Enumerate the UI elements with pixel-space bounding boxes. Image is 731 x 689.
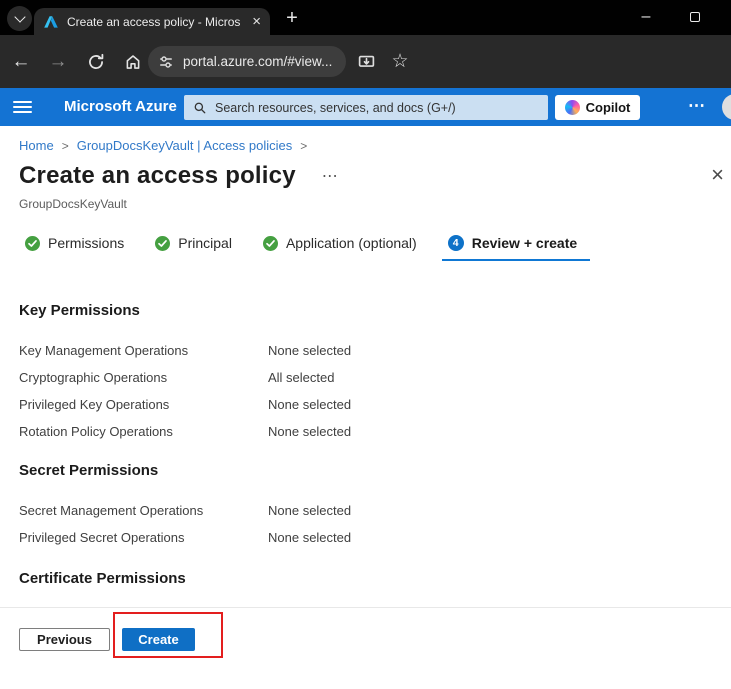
maximize-icon xyxy=(690,12,700,22)
wizard-tabs: Permissions Principal Application (optio… xyxy=(19,233,590,261)
azure-search-input[interactable]: Search resources, services, and docs (G+… xyxy=(184,95,548,120)
row-label: Privileged Secret Operations xyxy=(19,530,268,545)
window-minimize-button[interactable]: – xyxy=(633,6,659,28)
page-title: Create an access policy xyxy=(19,162,296,190)
avatar[interactable] xyxy=(722,94,731,120)
url-text[interactable]: portal.azure.com/#view... xyxy=(183,54,332,69)
azure-header: Microsoft Azure Search resources, servic… xyxy=(0,88,731,126)
refresh-button[interactable] xyxy=(82,51,110,73)
row-label: Cryptographic Operations xyxy=(19,370,268,385)
tab-label: Application (optional) xyxy=(286,235,417,251)
row-value: None selected xyxy=(268,424,351,439)
previous-button[interactable]: Previous xyxy=(19,628,110,651)
browser-active-tab[interactable]: Create an access policy - Micros × xyxy=(34,8,270,35)
chevron-down-icon xyxy=(14,11,25,22)
completed-check-icon xyxy=(155,236,170,251)
site-info-icon[interactable] xyxy=(158,54,174,70)
new-tab-button[interactable]: + xyxy=(280,7,304,31)
breadcrumb-chevron-icon: > xyxy=(62,139,69,153)
row-value: None selected xyxy=(268,530,351,545)
copilot-icon xyxy=(565,100,580,115)
completed-check-icon xyxy=(25,236,40,251)
tab-close-icon[interactable]: × xyxy=(252,14,261,29)
table-row: Rotation Policy Operations None selected xyxy=(19,418,351,445)
breadcrumb: Home > GroupDocsKeyVault | Access polici… xyxy=(19,138,307,153)
home-icon xyxy=(124,53,142,71)
row-label: Rotation Policy Operations xyxy=(19,424,268,439)
completed-check-icon xyxy=(263,236,278,251)
row-value: None selected xyxy=(268,503,351,518)
tab-review-create[interactable]: 4 Review + create xyxy=(442,233,590,261)
forward-button[interactable]: → xyxy=(43,48,73,76)
tab-permissions[interactable]: Permissions xyxy=(19,233,137,261)
step-number-badge: 4 xyxy=(448,235,464,251)
search-placeholder: Search resources, services, and docs (G+… xyxy=(215,101,456,115)
row-value: All selected xyxy=(268,370,334,385)
tab-label: Review + create xyxy=(472,235,577,251)
title-more-icon[interactable]: ⋯ xyxy=(322,166,338,190)
window-maximize-button[interactable] xyxy=(682,6,708,28)
title-row: Create an access policy ⋯ xyxy=(19,162,338,190)
page-subtitle: GroupDocsKeyVault xyxy=(19,197,127,211)
tab-principal[interactable]: Principal xyxy=(149,233,245,261)
footer-divider xyxy=(0,607,731,608)
row-label: Privileged Key Operations xyxy=(19,397,268,412)
install-app-icon xyxy=(357,53,376,72)
row-label: Key Management Operations xyxy=(19,343,268,358)
table-row: Privileged Key Operations None selected xyxy=(19,391,351,418)
breadcrumb-home-link[interactable]: Home xyxy=(19,138,54,153)
table-row: Cryptographic Operations All selected xyxy=(19,364,351,391)
header-more-icon[interactable]: ⋯ xyxy=(688,96,706,116)
page-content: Home > GroupDocsKeyVault | Access polici… xyxy=(0,126,731,689)
browser-window: Create an access policy - Micros × + – ←… xyxy=(0,0,731,689)
breadcrumb-keyvault-link[interactable]: GroupDocsKeyVault | Access policies xyxy=(77,138,293,153)
section-heading-secret-permissions: Secret Permissions xyxy=(19,462,158,479)
tab-application-optional[interactable]: Application (optional) xyxy=(257,233,430,261)
tab-title: Create an access policy - Micros xyxy=(67,15,244,29)
tab-label: Principal xyxy=(178,235,232,251)
red-annotation-box xyxy=(113,612,223,658)
tab-label: Permissions xyxy=(48,235,124,251)
key-permissions-rows: Key Management Operations None selected … xyxy=(19,337,351,445)
azure-brand[interactable]: Microsoft Azure xyxy=(64,98,177,115)
breadcrumb-chevron-icon: > xyxy=(300,139,307,153)
hamburger-menu-icon[interactable] xyxy=(13,101,32,113)
address-bar[interactable]: portal.azure.com/#view... xyxy=(148,46,346,77)
secret-permissions-rows: Secret Management Operations None select… xyxy=(19,497,351,551)
row-label: Secret Management Operations xyxy=(19,503,268,518)
search-icon xyxy=(193,101,207,115)
table-row: Key Management Operations None selected xyxy=(19,337,351,364)
back-button[interactable]: ← xyxy=(6,48,36,76)
browser-tab-strip: Create an access policy - Micros × + – xyxy=(0,0,731,35)
azure-favicon-icon xyxy=(43,14,59,30)
table-row: Secret Management Operations None select… xyxy=(19,497,351,524)
tab-search-button[interactable] xyxy=(7,6,32,31)
browser-toolbar: ← → portal.azure.com/#view... xyxy=(0,35,731,88)
copilot-button[interactable]: Copilot xyxy=(555,95,640,120)
row-value: None selected xyxy=(268,343,351,358)
refresh-icon xyxy=(87,53,105,71)
page-close-icon[interactable]: × xyxy=(711,166,724,184)
section-heading-certificate-permissions: Certificate Permissions xyxy=(19,570,186,587)
home-button[interactable] xyxy=(119,51,147,73)
table-row: Privileged Secret Operations None select… xyxy=(19,524,351,551)
copilot-label: Copilot xyxy=(586,100,631,115)
bookmark-star-icon[interactable]: ☆ xyxy=(388,49,412,73)
install-app-button[interactable] xyxy=(354,51,378,73)
row-value: None selected xyxy=(268,397,351,412)
section-heading-key-permissions: Key Permissions xyxy=(19,302,140,319)
